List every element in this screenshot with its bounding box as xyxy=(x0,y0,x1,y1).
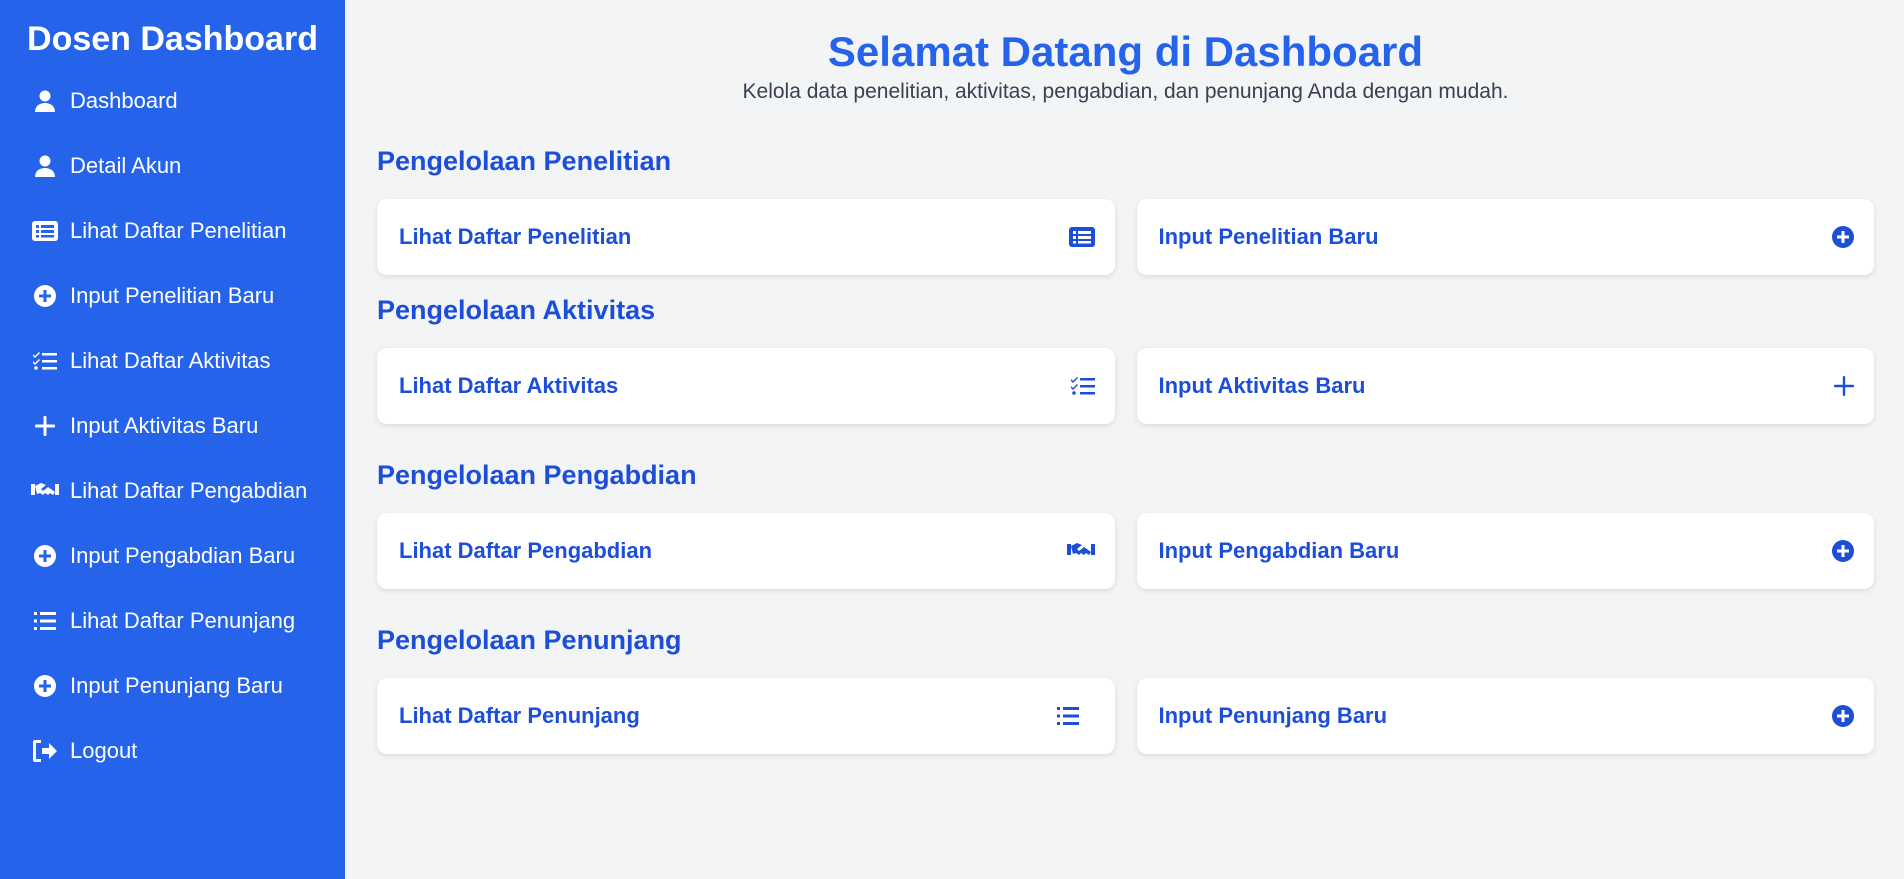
sidebar-item-label: Input Aktivitas Baru xyxy=(70,412,259,438)
card-grid: Lihat Daftar Aktivitas Input Aktivitas B… xyxy=(377,348,1874,424)
list-alt-icon xyxy=(1068,227,1095,247)
sidebar: Dosen Dashboard Dashboard Detail Akun Li… xyxy=(0,0,345,879)
plus-circle-icon xyxy=(1832,705,1854,727)
plus-icon xyxy=(1834,376,1854,396)
section-title: Pengelolaan Penunjang xyxy=(377,625,682,655)
handshake-icon xyxy=(1066,542,1095,560)
card-grid: Lihat Daftar Pengabdian Input Pengabdian… xyxy=(377,513,1874,589)
card-grid: Lihat Daftar Penunjang Input Penunjang B… xyxy=(377,678,1874,754)
card-lihat-pengabdian[interactable]: Lihat Daftar Pengabdian xyxy=(377,513,1115,589)
main-content: Selamat Datang di Dashboard Kelola data … xyxy=(345,0,1904,879)
card-label: Input Penelitian Baru xyxy=(1158,224,1379,249)
card-label: Input Pengabdian Baru xyxy=(1158,538,1400,563)
sidebar-item-lihat-penelitian[interactable]: Lihat Daftar Penelitian xyxy=(0,198,345,263)
card-lihat-aktivitas[interactable]: Lihat Daftar Aktivitas xyxy=(377,348,1115,424)
list-alt-icon xyxy=(30,219,60,243)
sidebar-item-logout[interactable]: Logout xyxy=(0,718,345,783)
sidebar-item-label: Input Penelitian Baru xyxy=(70,282,275,308)
section-title: Pengelolaan Penelitian xyxy=(377,146,672,176)
section-title: Pengelolaan Pengabdian xyxy=(377,460,697,490)
list-icon xyxy=(1056,707,1079,725)
card-input-penelitian[interactable]: Input Penelitian Baru xyxy=(1136,199,1874,275)
card-grid: Lihat Daftar Penelitian Input Penelitian… xyxy=(377,199,1874,275)
plus-icon xyxy=(30,414,60,438)
sidebar-item-lihat-aktivitas[interactable]: Lihat Daftar Aktivitas xyxy=(0,328,345,393)
sidebar-item-label: Lihat Daftar Penelitian xyxy=(70,217,287,243)
sidebar-item-input-pengabdian[interactable]: Input Pengabdian Baru xyxy=(0,523,345,588)
sidebar-item-label: Logout xyxy=(70,737,138,763)
section-title: Pengelolaan Aktivitas xyxy=(377,295,656,325)
card-label: Lihat Daftar Pengabdian xyxy=(399,538,653,563)
section-aktivitas: Pengelolaan Aktivitas Lihat Daftar Aktiv… xyxy=(377,295,1874,424)
sidebar-item-lihat-pengabdian[interactable]: Lihat Daftar Pengabdian xyxy=(0,458,345,523)
plus-circle-icon xyxy=(30,544,60,568)
plus-circle-icon xyxy=(30,284,60,308)
plus-circle-icon xyxy=(1832,226,1854,248)
sidebar-item-label: Lihat Daftar Penunjang xyxy=(70,607,296,633)
page-subtitle: Kelola data penelitian, aktivitas, penga… xyxy=(742,80,1509,103)
card-input-aktivitas[interactable]: Input Aktivitas Baru xyxy=(1136,348,1874,424)
card-input-pengabdian[interactable]: Input Pengabdian Baru xyxy=(1136,513,1874,589)
card-lihat-penunjang[interactable]: Lihat Daftar Penunjang xyxy=(377,678,1115,754)
sidebar-item-label: Lihat Daftar Aktivitas xyxy=(70,347,271,373)
sidebar-item-label: Lihat Daftar Pengabdian xyxy=(70,477,308,503)
user-icon xyxy=(30,154,60,178)
list-check-icon xyxy=(1070,376,1095,396)
section-penelitian: Pengelolaan Penelitian Lihat Daftar Pene… xyxy=(377,146,1874,275)
sidebar-title: Dosen Dashboard xyxy=(27,20,318,58)
section-penunjang: Pengelolaan Penunjang Lihat Daftar Penun… xyxy=(377,625,1874,754)
sidebar-item-detail-akun[interactable]: Detail Akun xyxy=(0,133,345,198)
handshake-icon xyxy=(30,479,60,503)
card-label: Input Penunjang Baru xyxy=(1158,703,1388,728)
sidebar-item-label: Dashboard xyxy=(70,87,178,113)
sidebar-item-input-penunjang[interactable]: Input Penunjang Baru xyxy=(0,653,345,718)
sidebar-item-dashboard[interactable]: Dashboard xyxy=(0,68,345,133)
list-icon xyxy=(30,609,60,633)
card-label: Lihat Daftar Aktivitas xyxy=(399,373,619,398)
plus-circle-icon xyxy=(1832,540,1854,562)
card-label: Lihat Daftar Penunjang xyxy=(399,703,640,728)
card-input-penunjang[interactable]: Input Penunjang Baru xyxy=(1136,678,1874,754)
logout-icon xyxy=(30,739,60,763)
section-pengabdian: Pengelolaan Pengabdian Lihat Daftar Peng… xyxy=(377,460,1874,589)
sidebar-item-lihat-penunjang[interactable]: Lihat Daftar Penunjang xyxy=(0,588,345,653)
list-check-icon xyxy=(30,349,60,373)
user-icon xyxy=(30,89,60,113)
app-root: Dosen Dashboard Dashboard Detail Akun Li… xyxy=(0,0,1904,879)
sidebar-item-input-penelitian[interactable]: Input Penelitian Baru xyxy=(0,263,345,328)
plus-circle-icon xyxy=(30,674,60,698)
sidebar-item-label: Input Pengabdian Baru xyxy=(70,542,296,568)
sidebar-item-label: Detail Akun xyxy=(70,152,182,178)
page-title: Selamat Datang di Dashboard xyxy=(827,28,1424,75)
sidebar-item-label: Input Penunjang Baru xyxy=(70,672,283,698)
card-label: Input Aktivitas Baru xyxy=(1158,373,1366,398)
card-lihat-penelitian[interactable]: Lihat Daftar Penelitian xyxy=(377,199,1115,275)
sidebar-item-input-aktivitas[interactable]: Input Aktivitas Baru xyxy=(0,393,345,458)
card-label: Lihat Daftar Penelitian xyxy=(399,224,632,249)
